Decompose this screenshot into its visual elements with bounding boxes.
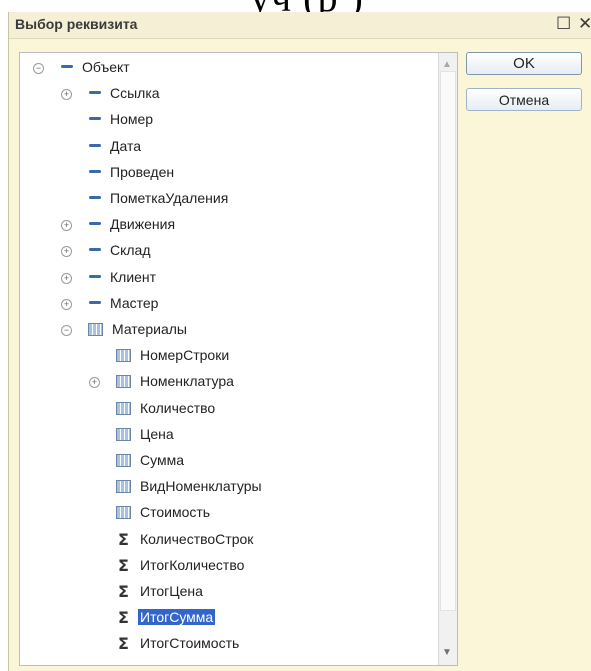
expand-icon[interactable]: + (61, 89, 72, 101)
expand-icon[interactable]: + (61, 272, 72, 284)
tree-item-label: ИтогЦена (140, 583, 203, 599)
table-icon (116, 427, 131, 441)
attribute-icon (89, 91, 101, 95)
sum-icon: Σ (118, 608, 129, 628)
scroll-up-icon[interactable]: ▲ (442, 59, 452, 70)
tree-item-label: Дата (110, 137, 142, 154)
table-icon (116, 506, 131, 520)
attribute-icon (89, 117, 101, 121)
close-icon[interactable]: ✕ (578, 14, 591, 34)
expand-icon[interactable]: + (89, 377, 100, 389)
tree-item-label: Номенклатура (140, 373, 234, 390)
tree-item-label: Стоимость (140, 504, 211, 521)
collapse-icon[interactable]: − (33, 63, 44, 74)
vertical-scrollbar[interactable]: ▲ ▼ (438, 53, 457, 665)
table-icon (116, 375, 131, 389)
scroll-thumb[interactable] (440, 71, 456, 611)
table-icon (88, 323, 103, 336)
table-icon (116, 401, 131, 415)
tree-item-label: ИтогКоличество (140, 556, 245, 573)
attribute-icon (61, 65, 73, 68)
sum-icon: Σ (118, 582, 129, 601)
tree-item-label: ИтогСумма (138, 609, 216, 626)
cancel-button[interactable]: Отмена (466, 88, 582, 111)
tree-item-label: ИтогСтоимость (140, 635, 240, 652)
attribute-icon (89, 222, 101, 226)
table-icon (116, 349, 131, 363)
expand-icon[interactable]: + (61, 246, 72, 258)
select-attribute-dialog: Выбор реквизита ☐ ✕ − Объект + Ссылка Номер Д… (8, 12, 591, 671)
tree-item-label: ПометкаУдаления (110, 190, 229, 206)
attribute-icon (89, 169, 101, 173)
attribute-icon (89, 143, 101, 147)
tree-item-label: Номер (110, 111, 154, 128)
tree-item-label: Объект (82, 59, 130, 75)
tree-item-label: Ссылка (110, 85, 160, 102)
scroll-down-icon[interactable]: ▼ (442, 647, 452, 658)
tree-item-label: Количество (140, 399, 216, 416)
tree-item-label: Склад (110, 242, 151, 259)
attribute-icon (89, 274, 101, 278)
tree-item-label: Клиент (110, 268, 157, 285)
table-icon (116, 454, 131, 467)
tree-item-label: Сумма (140, 452, 184, 468)
tree-item-label: Проведен (110, 163, 175, 180)
attribute-icon (89, 196, 101, 199)
tree-item-label: Цена (140, 425, 174, 442)
ok-button[interactable]: OK (466, 52, 582, 75)
tree-item-label: ВидНоменклатуры (140, 478, 262, 495)
sum-icon: Σ (118, 634, 129, 654)
dialog-title: Выбор реквизита (15, 16, 138, 32)
table-icon (116, 480, 131, 494)
title-bar: Выбор реквизита ☐ ✕ (9, 12, 591, 39)
expand-icon[interactable]: + (61, 220, 72, 232)
tree-item-label: Движения (110, 216, 176, 233)
tree-item-label: КоличествоСтрок (140, 530, 254, 547)
attribute-icon (89, 300, 101, 304)
maximize-icon[interactable]: ☐ (556, 14, 571, 34)
tree-item-label: Материалы (112, 321, 187, 337)
expand-icon[interactable]: + (61, 298, 72, 310)
tree-item-label: НомерСтроки (140, 347, 230, 364)
attribute-icon (89, 248, 101, 252)
tree-item-label: Мастер (110, 294, 159, 311)
sum-icon: Σ (118, 529, 129, 549)
sum-icon: Σ (118, 555, 129, 575)
attribute-tree[interactable]: − Объект + Ссылка Номер Дата Проведен ПометкаУд… (19, 52, 458, 666)
collapse-icon[interactable]: − (61, 325, 72, 336)
